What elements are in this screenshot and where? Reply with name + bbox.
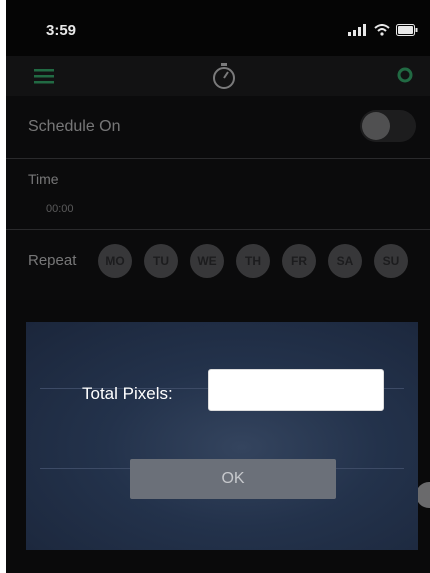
- day-su[interactable]: SU: [374, 244, 408, 278]
- schedule-row: Schedule On: [6, 96, 430, 159]
- menu-icon[interactable]: [34, 68, 54, 84]
- wifi-icon: [374, 24, 390, 36]
- status-bar: 3:59: [6, 0, 430, 56]
- phone-screen: 3:59 Schedule On Time 00:00 Repeat MO TU…: [6, 0, 430, 573]
- ok-button[interactable]: OK: [130, 459, 336, 499]
- gear-icon[interactable]: [396, 66, 414, 84]
- day-mo[interactable]: MO: [98, 244, 132, 278]
- total-pixels-input[interactable]: [208, 369, 384, 411]
- day-we[interactable]: WE: [190, 244, 224, 278]
- total-pixels-label: Total Pixels:: [82, 384, 173, 403]
- time-row[interactable]: Time 00:00: [6, 159, 430, 230]
- time-label: Time: [28, 171, 59, 187]
- battery-icon: [396, 24, 418, 36]
- schedule-toggle[interactable]: [360, 110, 416, 142]
- signal-icon: [348, 24, 366, 36]
- day-tu[interactable]: TU: [144, 244, 178, 278]
- status-icons: [348, 24, 418, 36]
- status-time: 3:59: [46, 22, 77, 39]
- nav-bar: [6, 56, 430, 96]
- repeat-label: Repeat: [28, 252, 77, 269]
- total-pixels-dialog: Total Pixels: OK: [26, 322, 418, 550]
- time-value: 00:00: [46, 203, 74, 215]
- day-fr[interactable]: FR: [282, 244, 316, 278]
- day-selector: MO TU WE TH FR SA SU: [98, 244, 408, 278]
- repeat-row: Repeat MO TU WE TH FR SA SU: [6, 230, 430, 292]
- toggle-knob: [362, 112, 390, 140]
- day-sa[interactable]: SA: [328, 244, 362, 278]
- day-th[interactable]: TH: [236, 244, 270, 278]
- stopwatch-icon[interactable]: [212, 62, 236, 90]
- schedule-label: Schedule On: [28, 118, 121, 135]
